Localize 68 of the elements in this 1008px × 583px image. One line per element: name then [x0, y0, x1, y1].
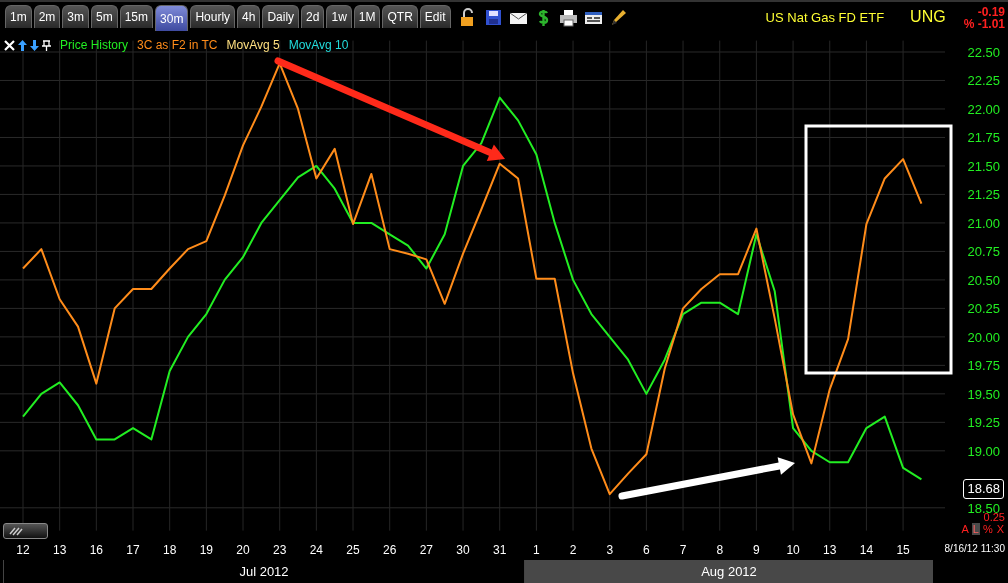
- axis-label: 7: [679, 543, 687, 558]
- scale-toggle[interactable]: X: [995, 523, 1005, 536]
- axis-label: 1: [533, 543, 540, 558]
- timeframe-tab[interactable]: 4h: [237, 5, 261, 29]
- axis-label: 25: [346, 543, 360, 558]
- legend-label[interactable]: 3C as F2 in TC: [137, 38, 218, 53]
- instrument-name: US Nat Gas FD ETF: [765, 10, 885, 25]
- timeframe-tab[interactable]: QTR: [382, 5, 418, 29]
- timeframe-tab[interactable]: 15m: [119, 5, 154, 29]
- timeframe-tab[interactable]: 1M: [353, 5, 381, 29]
- axis-label: 18: [163, 543, 177, 558]
- last-price-label: 18.68: [963, 478, 1004, 499]
- axis-label: 20: [236, 543, 250, 558]
- scale-toggle[interactable]: A: [960, 523, 970, 536]
- axis-label: 14: [859, 543, 874, 558]
- axis-label: 16: [89, 543, 103, 558]
- axis-label: 19: [199, 543, 214, 558]
- axis-label: 9: [753, 543, 760, 558]
- axis-label: 26: [383, 543, 397, 558]
- axis-label: 20.00: [967, 330, 1000, 346]
- axis-label: 31: [493, 543, 507, 558]
- timeframe-tab[interactable]: Hourly: [190, 5, 236, 29]
- axis-label: 21.00: [967, 216, 1000, 232]
- timeframe-tab[interactable]: 30m: [155, 5, 189, 32]
- price-change: -0.19: [977, 6, 1005, 18]
- axis-label: 27: [419, 543, 434, 558]
- axis-label: 17: [126, 543, 140, 558]
- axis-label: 3: [606, 543, 614, 558]
- legend-label[interactable]: MovAvg 10: [288, 38, 349, 53]
- axis-label: 22.50: [967, 45, 1000, 61]
- axis-label: 10: [786, 543, 800, 558]
- month-label[interactable]: Aug 2012: [524, 560, 933, 583]
- axis-label: 6: [643, 543, 650, 558]
- ticker-symbol: UNG: [910, 8, 946, 26]
- axis-label: 12: [16, 543, 30, 558]
- timeframe-tab[interactable]: 2m: [33, 5, 61, 29]
- axis-label: 21.50: [967, 159, 1000, 175]
- axis-label: 13: [823, 543, 837, 558]
- axis-label: 19.75: [967, 358, 1000, 374]
- scale-toggle[interactable]: %: [981, 523, 994, 536]
- axis-label: 30: [456, 543, 470, 558]
- legend-label[interactable]: Price History: [60, 38, 128, 53]
- legend-label[interactable]: MovAvg 5: [226, 38, 280, 53]
- axis-label: 22.00: [967, 102, 1000, 118]
- axis-label: 22.25: [967, 73, 1000, 89]
- axis-label: 20.75: [967, 244, 1000, 260]
- axis-label: 15: [896, 543, 910, 558]
- timeframe-tab[interactable]: 1m: [5, 5, 32, 29]
- axis-label: 19.00: [967, 444, 1000, 460]
- timestamp: 8/16/12 11:30: [944, 543, 1005, 555]
- axis-label: 21.25: [967, 187, 1000, 203]
- timeframe-tab[interactable]: Edit: [419, 5, 451, 29]
- timeframe-tab[interactable]: Daily: [262, 5, 300, 29]
- axis-label: 19.25: [967, 415, 1000, 431]
- axis-label: 20.25: [967, 301, 1000, 317]
- axis-label: 13: [53, 543, 67, 558]
- timeframe-tab[interactable]: 3m: [62, 5, 89, 29]
- axis-label: 21.75: [967, 130, 1000, 146]
- percent-change: % -1.01: [963, 18, 1005, 30]
- axis-label: 19.50: [967, 387, 1000, 403]
- axis-label: 24: [309, 543, 324, 558]
- timeframe-tab[interactable]: 2d: [301, 5, 325, 29]
- axis-label: 23: [273, 543, 287, 558]
- axis-label: 2: [569, 543, 577, 558]
- timeframe-tab[interactable]: 1w: [326, 5, 352, 29]
- axis-label: 20.50: [967, 273, 1000, 289]
- timeframe-tab[interactable]: 5m: [91, 5, 118, 29]
- axis-label: 8: [716, 543, 724, 558]
